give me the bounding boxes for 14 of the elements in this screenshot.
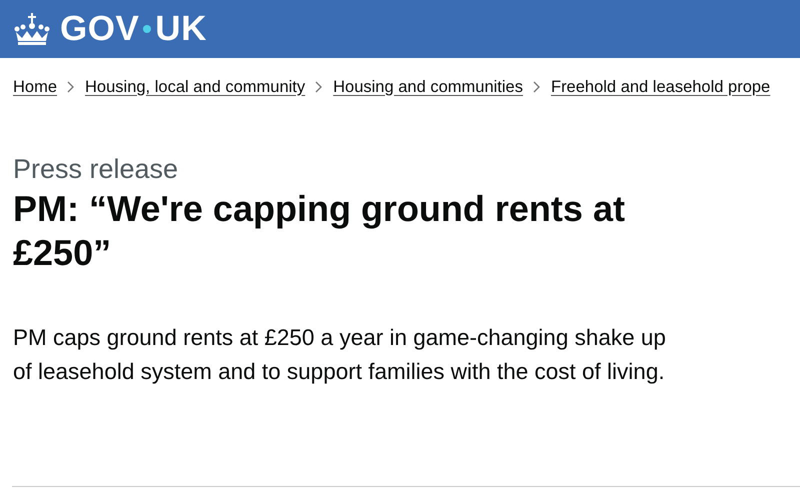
lead-paragraph: PM caps ground rents at £250 a year in game-changing shake up of leasehold system and to support families with the cost of living. — [13, 324, 667, 386]
crown-icon — [14, 13, 50, 45]
logo-dot-icon — [143, 25, 152, 33]
page-title: PM: “We're capping ground rents at £250” — [13, 187, 626, 275]
caption: Press release — [13, 154, 180, 185]
chevron-right-icon — [532, 81, 541, 93]
logo-text[interactable]: GOV — [60, 9, 140, 49]
breadcrumb-link[interactable]: Housing and communities — [333, 78, 523, 96]
breadcrumb-link[interactable]: Housing, local and community — [85, 78, 306, 96]
breadcrumb-link[interactable]: Home — [13, 78, 58, 96]
logo-text[interactable]: UK — [155, 9, 207, 49]
chevron-right-icon — [67, 81, 76, 93]
chevron-right-icon — [315, 81, 324, 93]
breadcrumb-link[interactable]: Freehold and leasehold prope — [550, 78, 770, 96]
